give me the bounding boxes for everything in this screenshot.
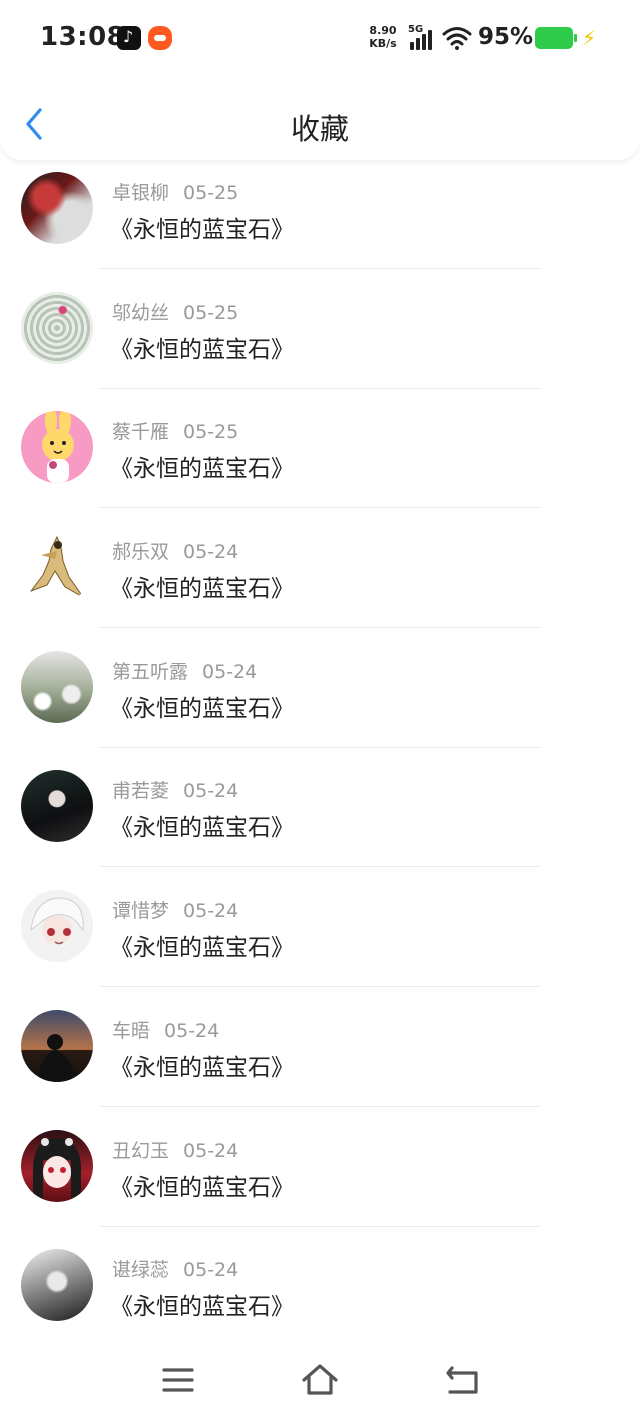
list-item[interactable]: 郝乐双 05-24 《永恒的蓝宝石》 xyxy=(0,519,640,639)
network-speed-unit: KB/s xyxy=(369,37,397,50)
item-date: 05-24 xyxy=(183,1139,239,1162)
page-title: 收藏 xyxy=(290,112,349,146)
item-title: 《永恒的蓝宝石》 xyxy=(110,935,294,962)
item-title: 《永恒的蓝宝石》 xyxy=(110,217,294,243)
avatar xyxy=(21,890,93,963)
divider xyxy=(100,986,540,988)
user-name: 第五听露 xyxy=(112,660,189,683)
user-name: 郝乐双 xyxy=(112,541,170,564)
user-name: 谭惜梦 xyxy=(112,900,170,923)
avatar xyxy=(21,411,93,484)
item-title: 《永恒的蓝宝石》 xyxy=(110,1054,294,1081)
item-date: 05-24 xyxy=(183,541,239,564)
item-date: 05-24 xyxy=(202,660,258,683)
tiktok-icon xyxy=(117,26,141,50)
divider xyxy=(100,387,540,389)
back-icon[interactable] xyxy=(442,1360,482,1400)
item-date: 05-25 xyxy=(183,421,239,444)
battery-percent: 95% xyxy=(478,24,534,50)
user-name: 丑幻玉 xyxy=(112,1139,170,1162)
user-name: 蔡千雁 xyxy=(112,421,170,444)
status-bar: 13:08 8.90 KB/s 5G 95% ⚡ xyxy=(0,0,640,78)
list-item[interactable]: 丑幻玉 05-24 《永恒的蓝宝石》 xyxy=(0,1118,640,1238)
item-date: 05-24 xyxy=(183,780,239,803)
charging-icon: ⚡ xyxy=(582,26,597,50)
item-title: 《永恒的蓝宝石》 xyxy=(110,815,294,842)
divider xyxy=(100,1105,540,1107)
list-item[interactable]: 谭惜梦 05-24 《永恒的蓝宝石》 xyxy=(0,878,640,998)
taobao-icon xyxy=(148,26,172,50)
divider xyxy=(100,268,540,269)
status-time: 13:08 xyxy=(40,22,126,52)
avatar xyxy=(21,1009,93,1082)
item-date: 05-24 xyxy=(164,1019,220,1042)
user-name: 邬幼丝 xyxy=(112,301,170,324)
network-speed-value: 8.90 xyxy=(369,24,397,37)
item-title: 《永恒的蓝宝石》 xyxy=(110,576,294,603)
avatar xyxy=(21,531,93,604)
divider xyxy=(100,507,540,509)
menu-icon[interactable] xyxy=(158,1360,198,1400)
avatar xyxy=(21,650,93,723)
avatar xyxy=(21,291,93,364)
list-item[interactable]: 卓银柳 05-25 《永恒的蓝宝石》 xyxy=(0,160,640,280)
user-name: 卓银柳 xyxy=(112,182,170,204)
signal-icon: 5G xyxy=(408,24,438,50)
item-date: 05-24 xyxy=(183,900,239,923)
page-header: 收藏 xyxy=(0,78,640,160)
list-item[interactable]: 车晤 05-24 《永恒的蓝宝石》 xyxy=(0,998,640,1118)
avatar xyxy=(21,1249,93,1322)
item-date: 05-25 xyxy=(183,301,239,324)
list-item[interactable]: 蔡千雁 05-25 《永恒的蓝宝石》 xyxy=(0,399,640,519)
user-name: 甫若菱 xyxy=(112,780,170,803)
network-type-label: 5G xyxy=(408,24,424,35)
avatar xyxy=(21,1129,93,1202)
divider xyxy=(100,866,540,868)
divider xyxy=(100,1225,540,1227)
item-title: 《永恒的蓝宝石》 xyxy=(110,1294,294,1321)
item-title: 《永恒的蓝宝石》 xyxy=(110,456,294,483)
divider xyxy=(100,627,540,629)
avatar xyxy=(21,770,93,843)
avatar xyxy=(21,172,93,244)
list-item[interactable]: 谌绿蕊 05-24 《永恒的蓝宝石》 xyxy=(0,1237,640,1357)
list-item[interactable]: 第五听露 05-24 《永恒的蓝宝石》 xyxy=(0,639,640,759)
home-icon[interactable] xyxy=(300,1360,340,1400)
favorites-list: 卓银柳 05-25 《永恒的蓝宝石》 邬幼丝 05-25 《永恒的蓝宝石》 蔡千… xyxy=(0,160,640,1357)
list-item[interactable]: 甫若菱 05-24 《永恒的蓝宝石》 xyxy=(0,758,640,878)
item-date: 05-24 xyxy=(183,1259,239,1282)
item-title: 《永恒的蓝宝石》 xyxy=(110,695,294,722)
wifi-icon xyxy=(442,27,472,50)
list-item[interactable]: 邬幼丝 05-25 《永恒的蓝宝石》 xyxy=(0,280,640,400)
battery-icon xyxy=(535,27,577,49)
item-title: 《永恒的蓝宝石》 xyxy=(110,336,294,363)
item-title: 《永恒的蓝宝石》 xyxy=(110,1174,294,1201)
network-speed: 8.90 KB/s xyxy=(366,24,400,50)
item-date: 05-25 xyxy=(183,182,239,204)
user-name: 车晤 xyxy=(112,1019,151,1042)
system-nav-bar xyxy=(0,1340,640,1417)
divider xyxy=(100,746,540,748)
user-name: 谌绿蕊 xyxy=(112,1259,170,1282)
